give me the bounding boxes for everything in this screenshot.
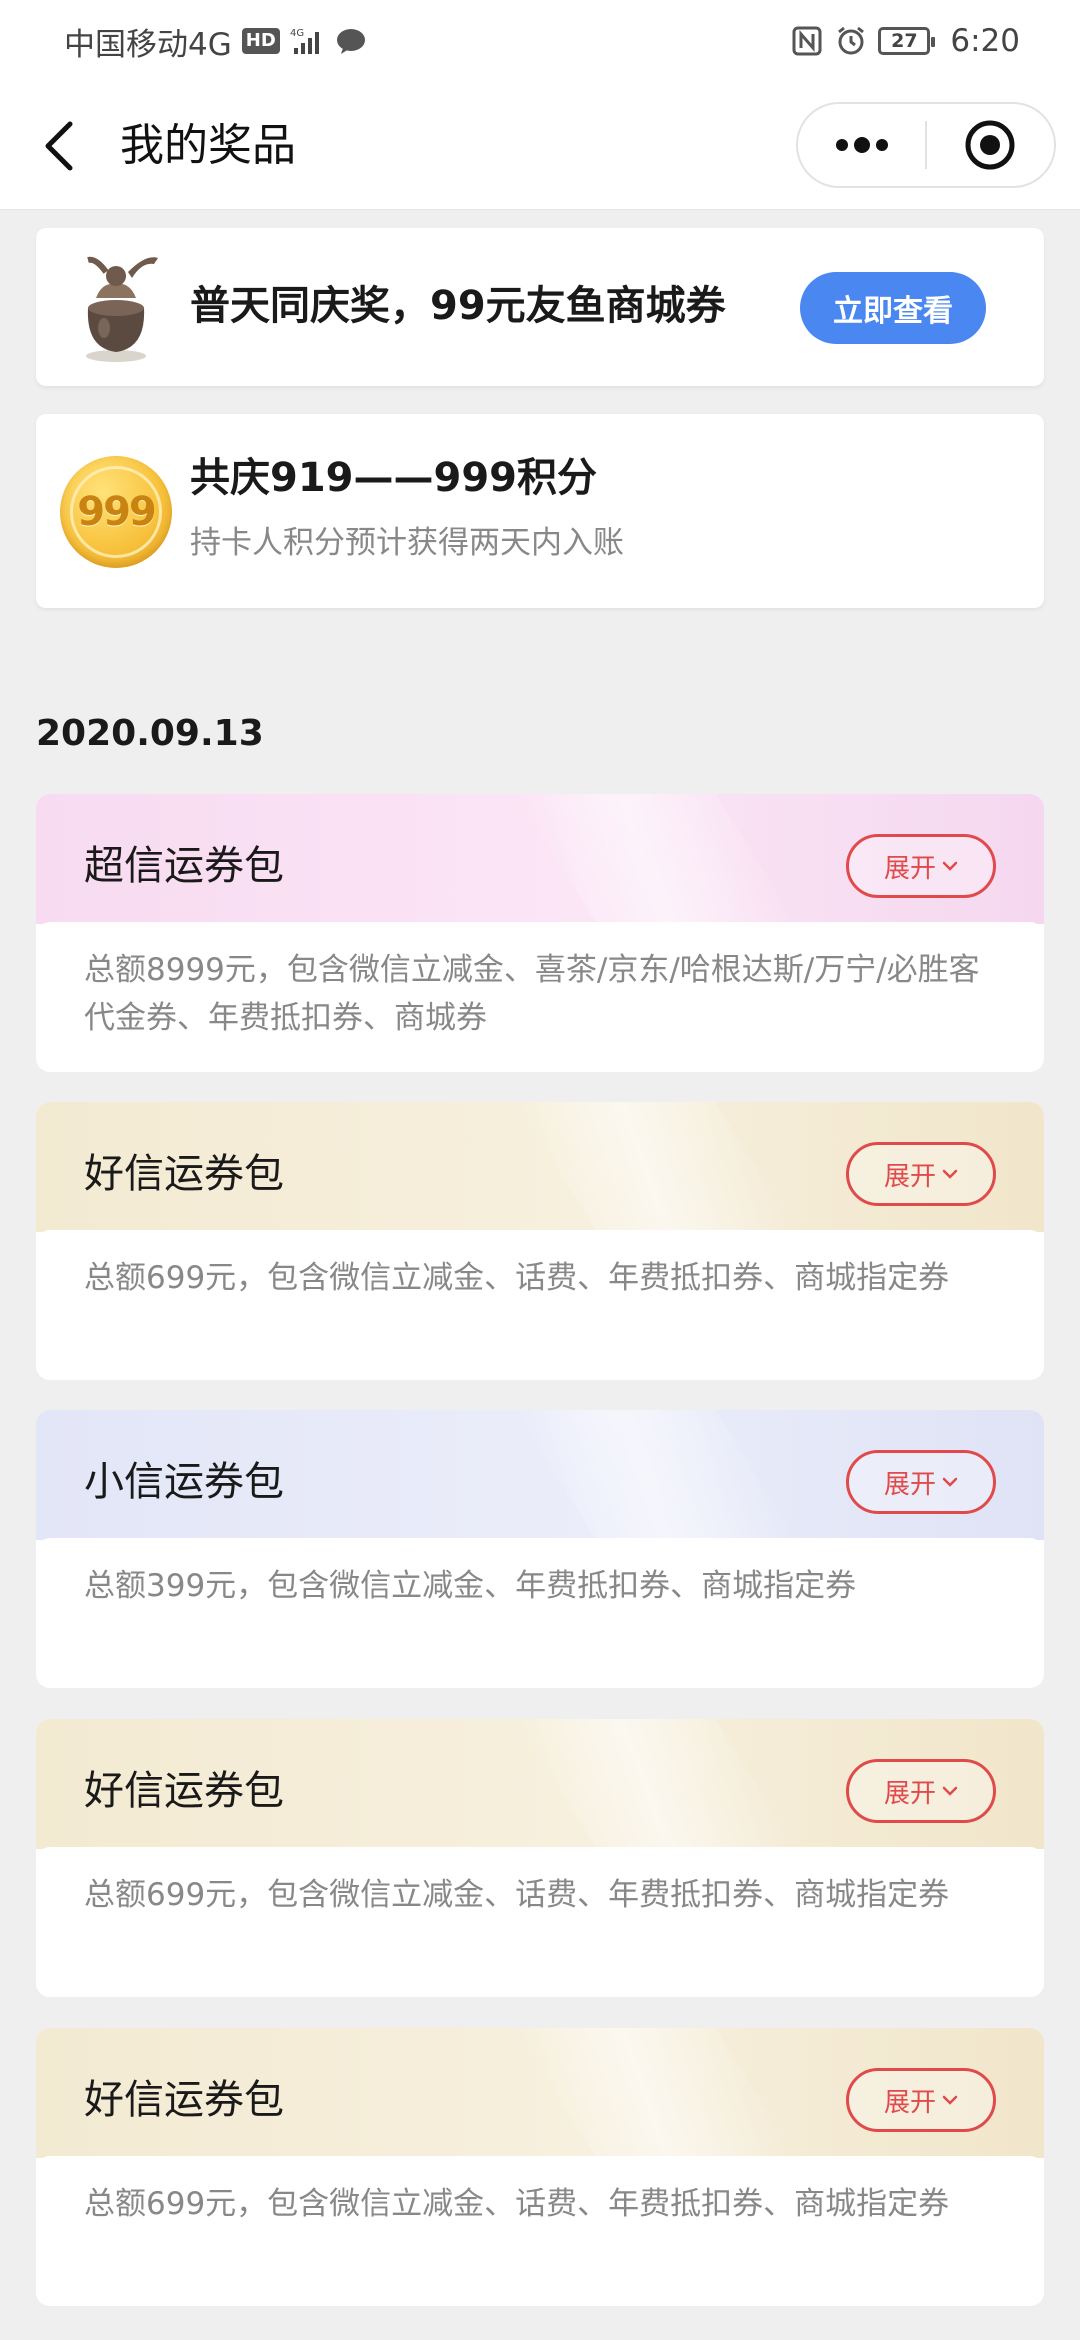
more-options-button[interactable] [798,104,925,186]
hd-badge: HD [241,28,280,54]
points-coin-icon: 999 [60,456,172,568]
header-decoration [515,1102,797,1232]
coupon-pack: 超信运券包 展开 总额8999元，包含微信立减金、喜茶/京东/哈根达斯/万宁/必… [36,794,1044,1072]
coupon-pack-body: 总额699元，包含微信立减金、话费、年费抵扣券、商城指定券 [36,1847,1044,1997]
coupon-pack-description: 总额399元，包含微信立减金、年费抵扣券、商城指定券 [84,1568,857,1604]
expand-button[interactable]: 展开 [846,1142,996,1206]
header-decoration [515,1410,797,1540]
target-close-icon [965,120,1015,170]
view-now-button[interactable]: 立即查看 [800,272,986,344]
coupon-pack-name: 好信运券包 [84,1151,284,1197]
expand-label: 展开 [883,853,936,884]
coupon-pack-description: 总额699元，包含微信立减金、话费、年费抵扣券、商城指定券 [84,2186,950,2222]
coupon-pack-header: 好信运券包 展开 [36,2028,1044,2158]
battery-level: 27 [891,30,918,52]
signal-icon: 4G [290,26,324,56]
header-decoration [515,794,797,924]
coupon-pack-description: 总额699元，包含微信立减金、话费、年费抵扣券、商城指定券 [84,1260,950,1296]
expand-label: 展开 [883,1161,936,1192]
header-decoration [515,2028,797,2158]
expand-button[interactable]: 展开 [846,1450,996,1514]
header-decoration [515,1719,797,1849]
chevron-down-icon [942,2095,958,2105]
chevron-down-icon [942,861,958,871]
coupon-pack-body: 总额699元，包含微信立减金、话费、年费抵扣券、商城指定券 [36,2156,1044,2306]
back-button[interactable] [28,114,92,178]
coupon-pack: 好信运券包 展开 总额699元，包含微信立减金、话费、年费抵扣券、商城指定券 [36,2028,1044,2306]
expand-label: 展开 [883,1469,936,1500]
coupon-pack-header: 超信运券包 展开 [36,794,1044,924]
expand-button[interactable]: 展开 [846,2068,996,2132]
more-dots-icon [835,137,888,153]
coupon-pack-body: 总额399元，包含微信立减金、年费抵扣券、商城指定券 [36,1538,1044,1688]
status-right: 27 6:20 [790,23,1020,59]
expand-button[interactable]: 展开 [846,834,996,898]
svg-text:4G: 4G [290,28,304,39]
prize-card-mall-coupon: 普天同庆奖，99元友鱼商城券 立即查看 [36,228,1044,386]
carrier-label: 中国移动4G [64,26,232,63]
coupon-pack-body: 总额699元，包含微信立减金、话费、年费抵扣券、商城指定券 [36,1230,1044,1380]
coupon-pack-name: 小信运券包 [84,1459,284,1505]
page-title: 我的奖品 [120,120,296,171]
prize-title: 普天同庆奖，99元友鱼商城券 [190,283,726,329]
points-title: 共庆919——999积分 [190,455,597,501]
status-bar: 中国移动4G HD 4G 27 6:20 [0,0,1080,82]
coupon-pack-description: 总额699元，包含微信立减金、话费、年费抵扣券、商城指定券 [84,1877,950,1913]
section-date: 2020.09.13 [36,713,264,754]
battery-icon: 27 [878,27,936,55]
prize-card-points: 999 共庆919——999积分 持卡人积分预计获得两天内入账 [36,414,1044,608]
nav-bar: 我的奖品 [0,82,1080,210]
coupon-pack-body: 总额8999元，包含微信立减金、喜茶/京东/哈根达斯/万宁/必胜客代金券、年费抵… [36,922,1044,1072]
coupon-pack-description: 总额8999元，包含微信立减金、喜茶/京东/哈根达斯/万宁/必胜客代金券、年费抵… [84,952,980,1036]
status-left: 中国移动4G HD 4G [64,19,368,64]
alarm-icon [834,26,868,56]
wechat-chat-icon [334,26,368,56]
coupon-pack: 好信运券包 展开 总额699元，包含微信立减金、话费、年费抵扣券、商城指定券 [36,1719,1044,1997]
expand-label: 展开 [883,1778,936,1809]
coupon-pack-name: 好信运券包 [84,1768,284,1814]
coupon-pack-header: 小信运券包 展开 [36,1410,1044,1540]
coupon-pack: 好信运券包 展开 总额699元，包含微信立减金、话费、年费抵扣券、商城指定券 [36,1102,1044,1380]
expand-button[interactable]: 展开 [846,1759,996,1823]
close-miniprogram-button[interactable] [927,104,1054,186]
coupon-pack: 小信运券包 展开 总额399元，包含微信立减金、年费抵扣券、商城指定券 [36,1410,1044,1688]
expand-label: 展开 [883,2087,936,2118]
chevron-down-icon [942,1477,958,1487]
chevron-down-icon [942,1786,958,1796]
chevron-left-icon [45,121,73,171]
clock-time: 6:20 [950,23,1020,59]
coin-label: 999 [70,466,162,558]
nfc-icon [790,26,824,56]
coupon-pack-name: 好信运券包 [84,2077,284,2123]
miniprogram-capsule [796,102,1056,188]
coupon-pack-name: 超信运券包 [84,843,284,889]
coupon-pack-header: 好信运券包 展开 [36,1102,1044,1232]
teapot-prize-image [66,248,166,366]
coupon-pack-header: 好信运券包 展开 [36,1719,1044,1849]
points-subtitle: 持卡人积分预计获得两天内入账 [190,525,624,561]
chevron-down-icon [942,1169,958,1179]
